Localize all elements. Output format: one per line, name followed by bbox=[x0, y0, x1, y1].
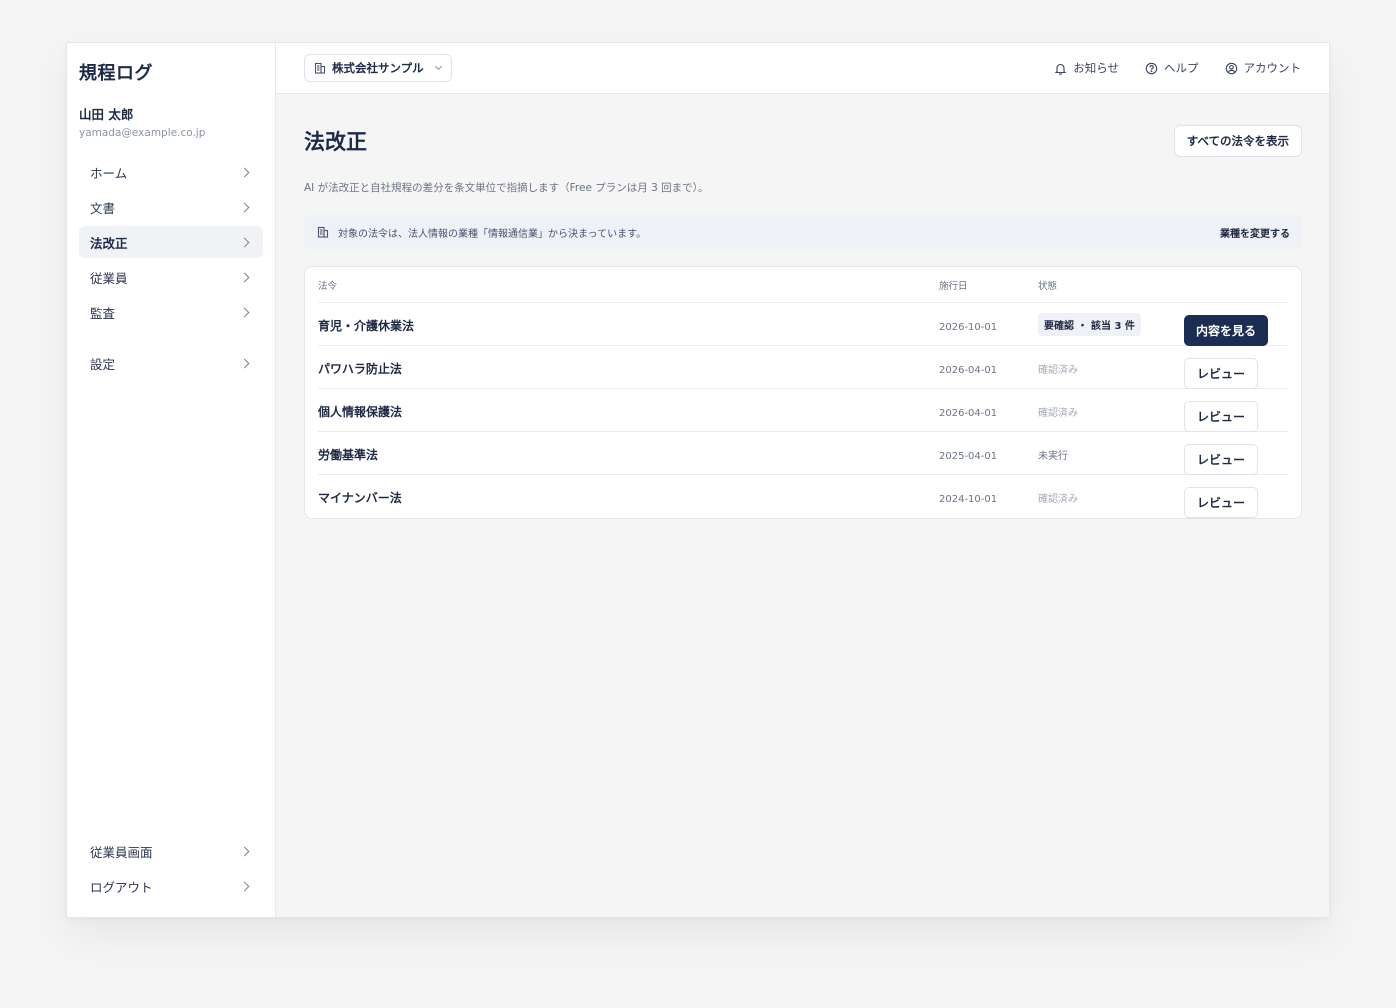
sidebar-item-home[interactable]: ホーム bbox=[79, 156, 263, 188]
account-link[interactable]: アカウント bbox=[1225, 60, 1302, 76]
column-header-law: 法令 bbox=[318, 280, 338, 292]
table-row: 育児・介護休業法 2026-10-01 要確認 ・ 該当 3 件 内容を見る bbox=[318, 303, 1288, 346]
sidebar-item-label: ログアウト bbox=[90, 879, 153, 895]
status-text: 確認済み bbox=[1038, 407, 1078, 419]
law-name: 個人情報保護法 bbox=[318, 404, 403, 419]
help-label: ヘルプ bbox=[1164, 61, 1199, 75]
chevron-right-icon bbox=[239, 881, 250, 891]
status-text: 確認済み bbox=[1038, 364, 1078, 376]
review-button[interactable]: レビュー bbox=[1184, 443, 1258, 475]
sidebar-item-label: 監査 bbox=[90, 305, 116, 321]
view-all-laws-button[interactable]: すべての法令を表示 bbox=[1173, 125, 1302, 157]
sidebar-item-employees[interactable]: 従業員 bbox=[79, 261, 263, 293]
law-name: 労働基準法 bbox=[318, 447, 379, 462]
status-text: 未実行 bbox=[1038, 450, 1068, 462]
table-row: パワハラ防止法 2026-04-01 確認済み レビュー bbox=[318, 346, 1288, 389]
law-name: マイナンバー法 bbox=[318, 491, 402, 505]
chevron-right-icon bbox=[239, 358, 250, 368]
sidebar-item-label: 設定 bbox=[90, 356, 116, 372]
sidebar-item-documents[interactable]: 文書 bbox=[79, 191, 263, 223]
sidebar-item-label: 法改正 bbox=[90, 235, 128, 251]
chevron-right-icon bbox=[239, 307, 250, 317]
building-icon bbox=[317, 226, 329, 238]
chevron-down-icon bbox=[434, 62, 442, 71]
chevron-right-icon bbox=[239, 237, 250, 247]
chevron-right-icon bbox=[239, 167, 250, 177]
review-button[interactable]: レビュー bbox=[1184, 487, 1258, 518]
user-circle-icon bbox=[1225, 62, 1238, 75]
sidebar-item-label: 文書 bbox=[90, 200, 116, 216]
page-description: AI が法改正と自社規程の差分を条文単位で指摘します（Free プランは月 3 … bbox=[304, 182, 709, 194]
effective-date: 2024-10-01 bbox=[939, 494, 998, 505]
chevron-right-icon bbox=[239, 202, 250, 212]
notifications-link[interactable]: お知らせ bbox=[1054, 60, 1119, 76]
building-icon bbox=[314, 62, 326, 74]
help-link[interactable]: ヘルプ bbox=[1145, 60, 1199, 76]
effective-date: 2025-04-01 bbox=[939, 450, 998, 462]
app-brand: 規程ログ bbox=[79, 63, 153, 84]
page-title: 法改正 bbox=[304, 130, 367, 154]
status-text: 確認済み bbox=[1038, 494, 1078, 505]
table-row: 個人情報保護法 2026-04-01 確認済み レビュー bbox=[318, 389, 1288, 432]
review-button[interactable]: レビュー bbox=[1184, 357, 1258, 389]
sidebar: 規程ログ 山田 太郎 yamada@example.co.jp ホーム 文書 法… bbox=[67, 43, 276, 917]
table-row: マイナンバー法 2024-10-01 確認済み レビュー bbox=[318, 475, 1288, 518]
chevron-right-icon bbox=[239, 846, 250, 856]
sidebar-bottom: 従業員画面 ログアウト bbox=[79, 835, 263, 905]
column-header-status: 状態 bbox=[1038, 280, 1058, 292]
industry-notice: 対象の法令は、法人情報の業種「情報通信業」から決まっています。 業種を変更する bbox=[304, 215, 1302, 249]
sidebar-item-label: ホーム bbox=[90, 165, 128, 181]
topbar: 株式会社サンプル お知らせ ヘルプ アカウント bbox=[276, 43, 1329, 94]
org-selector[interactable]: 株式会社サンプル bbox=[304, 54, 452, 82]
laws-table: 法令 施行日 状態 育児・介護休業法 2026-10-01 要確認 ・ 該当 3… bbox=[304, 266, 1302, 519]
sidebar-item-label: 従業員画面 bbox=[90, 844, 153, 860]
main-area: 株式会社サンプル お知らせ ヘルプ アカウント 法改正 すべての法令を表示 AI… bbox=[276, 43, 1329, 917]
change-industry-link[interactable]: 業種を変更する bbox=[1220, 225, 1290, 240]
sidebar-nav: ホーム 文書 法改正 従業員 監査 設定 bbox=[79, 156, 263, 379]
org-name: 株式会社サンプル bbox=[332, 61, 424, 75]
app-window: 規程ログ 山田 太郎 yamada@example.co.jp ホーム 文書 法… bbox=[66, 42, 1330, 918]
notifications-label: お知らせ bbox=[1073, 61, 1119, 75]
account-label: アカウント bbox=[1243, 61, 1302, 75]
effective-date: 2026-04-01 bbox=[939, 407, 998, 419]
table-row: 労働基準法 2025-04-01 未実行 レビュー bbox=[318, 432, 1288, 475]
sidebar-item-employee-view[interactable]: 従業員画面 bbox=[79, 835, 263, 867]
sidebar-item-law-revisions[interactable]: 法改正 bbox=[79, 226, 263, 258]
user-name: 山田 太郎 bbox=[79, 107, 134, 122]
sidebar-item-settings[interactable]: 設定 bbox=[79, 347, 263, 379]
view-details-button[interactable]: 内容を見る bbox=[1184, 314, 1269, 346]
topbar-actions: お知らせ ヘルプ アカウント bbox=[1054, 60, 1301, 76]
sidebar-item-audit[interactable]: 監査 bbox=[79, 296, 263, 328]
table-header: 法令 施行日 状態 bbox=[318, 267, 1288, 303]
law-name: 育児・介護休業法 bbox=[318, 318, 415, 333]
law-name: パワハラ防止法 bbox=[318, 361, 402, 376]
column-header-date: 施行日 bbox=[939, 280, 968, 292]
sidebar-item-label: 従業員 bbox=[90, 270, 128, 286]
notice-text: 対象の法令は、法人情報の業種「情報通信業」から決まっています。 bbox=[338, 228, 647, 240]
page-content: 法改正 すべての法令を表示 AI が法改正と自社規程の差分を条文単位で指摘します… bbox=[276, 125, 1329, 519]
review-button[interactable]: レビュー bbox=[1184, 400, 1258, 432]
sidebar-item-logout[interactable]: ログアウト bbox=[79, 870, 263, 902]
bell-icon bbox=[1054, 62, 1067, 75]
status-badge: 要確認 ・ 該当 3 件 bbox=[1038, 312, 1141, 336]
effective-date: 2026-10-01 bbox=[939, 321, 998, 333]
chevron-right-icon bbox=[239, 272, 250, 282]
effective-date: 2026-04-01 bbox=[939, 364, 998, 376]
user-email: yamada@example.co.jp bbox=[79, 127, 206, 139]
question-circle-icon bbox=[1145, 62, 1158, 75]
